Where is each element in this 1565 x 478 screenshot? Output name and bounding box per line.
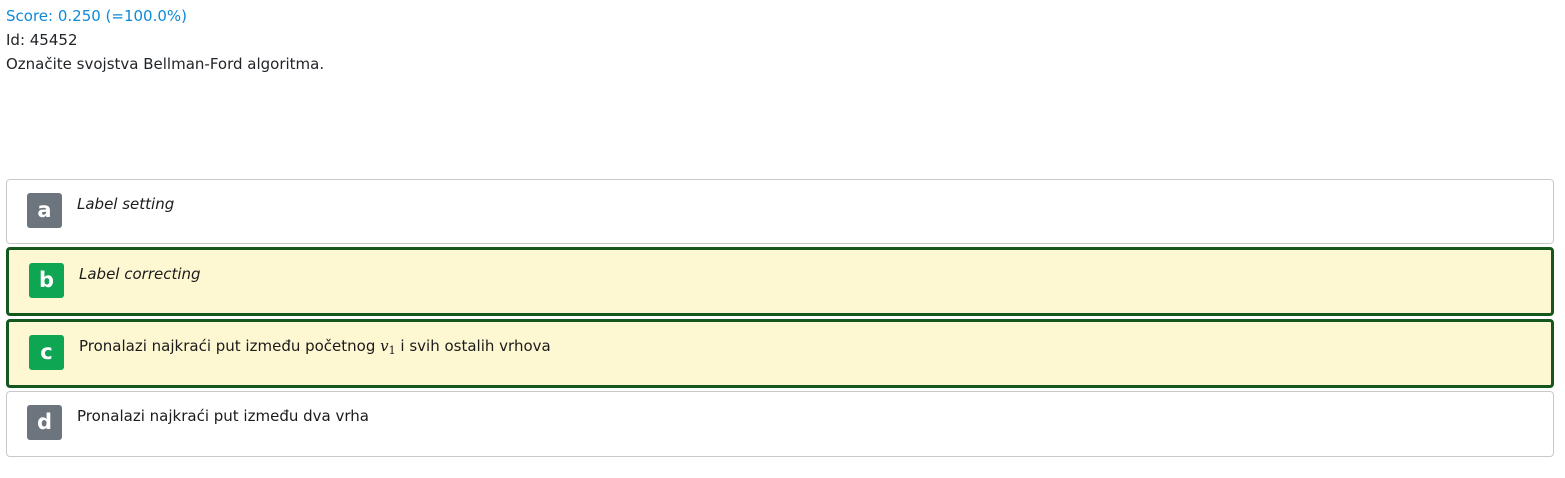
answer-letter-badge: b: [29, 263, 64, 298]
answer-text: Pronalazi najkraći put između dva vrha: [77, 407, 369, 425]
answer-text: Pronalazi najkraći put između početnog v…: [79, 336, 551, 356]
answer-text-after: i svih ostalih vrhova: [400, 337, 551, 355]
math-variable-letter: v: [380, 337, 389, 355]
answer-option-d[interactable]: d Pronalazi najkraći put između dva vrha: [6, 391, 1554, 457]
answer-option-a[interactable]: a Label setting: [6, 179, 1554, 244]
answer-text: Label correcting: [79, 265, 201, 283]
answer-letter-badge: a: [27, 193, 62, 228]
answer-option-c[interactable]: c Pronalazi najkraći put između početnog…: [6, 319, 1554, 388]
answer-letter-badge: d: [27, 405, 62, 440]
score-label: Score: 0.250 (=100.0%): [6, 7, 188, 25]
answer-text: Label setting: [77, 195, 175, 213]
math-variable-subscript: 1: [388, 344, 396, 357]
answer-letter-badge: c: [29, 335, 64, 370]
math-variable: v1: [380, 337, 396, 357]
answer-option-b[interactable]: b Label correcting: [6, 247, 1554, 316]
question-id: Id: 45452: [6, 31, 78, 49]
quiz-page: Score: 0.250 (=100.0%) Id: 45452 Označit…: [0, 0, 1565, 478]
question-text: Označite svojstva Bellman-Ford algoritma…: [6, 55, 325, 73]
answer-text-before: Pronalazi najkraći put između početnog: [79, 337, 376, 355]
